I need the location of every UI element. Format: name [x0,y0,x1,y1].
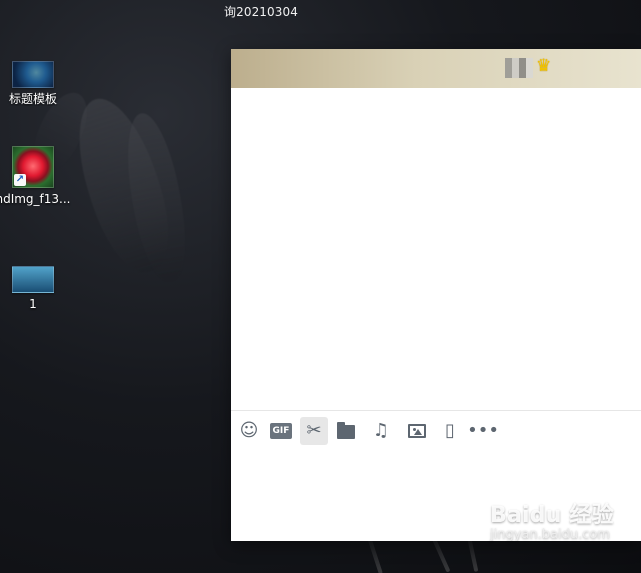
music-note-icon: ♫ [372,420,390,441]
chat-window: ♛ ☺ GIF ✂ ♫ ▯ ••• [231,49,641,541]
desktop: 询20210304 标题模板 ↗ ndImg_f13... 1 ♛ ☺ GIF … [0,0,641,573]
gif-icon: GIF [270,423,292,439]
top-caption: 询20210304 [224,5,298,19]
title-template-thumbnail-icon [12,61,54,88]
gif-button[interactable]: GIF [267,417,295,445]
smile-icon: ☺ [239,420,259,441]
scissors-icon: ✂ [306,420,322,441]
desktop-icon-title-template[interactable]: 标题模板 [0,61,75,106]
vibrate-button[interactable]: ▯ [436,417,464,445]
blue-file-thumbnail-icon [12,266,54,293]
chat-header: ♛ [231,49,641,88]
screenshot-button[interactable]: ✂ [300,417,328,445]
rose-image-shortcut-icon: ↗ [12,146,54,188]
message-area[interactable] [231,88,641,410]
chat-toolbar: ☺ GIF ✂ ♫ ▯ ••• [231,410,641,447]
redacted-contact-name [505,58,533,78]
vibrate-phone-icon: ▯ [445,420,455,441]
emoji-button[interactable]: ☺ [235,417,263,445]
file-button[interactable] [332,417,360,445]
more-dots-icon: ••• [467,420,499,441]
desktop-icon-label: 1 [29,297,37,311]
more-button[interactable]: ••• [467,417,499,445]
watermark-site: jingyan.baidu.com [490,527,610,542]
watermark-brand: Baidu 经验 [490,503,614,528]
baidu-jingyan-watermark: Baidu 经验 jingyan.baidu.com [490,497,630,542]
image-icon [408,424,426,438]
image-button[interactable] [403,417,431,445]
music-button[interactable]: ♫ [367,417,395,445]
desktop-icon-rose-image[interactable]: ↗ ndImg_f13... [0,146,75,206]
folder-icon [337,422,355,439]
shortcut-arrow-icon: ↗ [14,174,26,186]
desktop-icon-label: 标题模板 [8,92,57,106]
desktop-icon-label: ndImg_f13... [0,192,71,206]
desktop-icon-file-1[interactable]: 1 [0,266,75,311]
crown-icon: ♛ [536,56,552,76]
